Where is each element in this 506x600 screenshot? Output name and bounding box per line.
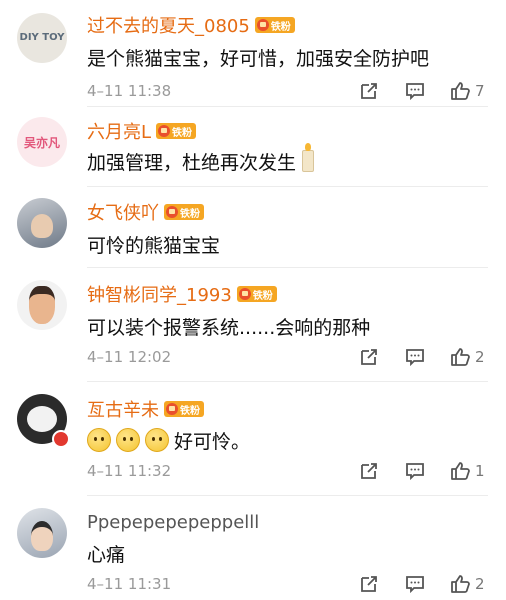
fan-badge: 铁粉	[164, 401, 204, 417]
avatar[interactable]	[17, 280, 67, 330]
username[interactable]: 过不去的夏天_0805	[87, 12, 250, 38]
username[interactable]: 钟智彬同学_1993	[87, 281, 232, 307]
avatar[interactable]	[17, 198, 67, 248]
person-photo-icon	[31, 521, 53, 551]
like-button[interactable]: 2	[449, 346, 485, 368]
timestamp: 4–11 11:31	[87, 575, 172, 593]
avatar[interactable]	[17, 508, 67, 558]
comment-text: 心痛	[87, 544, 126, 566]
timestamp: 4–11 11:38	[87, 82, 172, 100]
username-row: 过不去的夏天_0805 铁粉	[87, 12, 295, 38]
share-button[interactable]	[358, 460, 380, 482]
comment-icon	[406, 349, 424, 367]
comment-button[interactable]	[404, 573, 426, 595]
share-icon	[361, 463, 377, 479]
like-count: 2	[475, 575, 485, 593]
like-count: 7	[475, 82, 485, 100]
username-row: 亙古辛未 铁粉	[87, 396, 204, 422]
crown-icon	[158, 125, 171, 137]
comment-text: 可怜的熊猫宝宝	[87, 235, 221, 257]
like-button[interactable]: 2	[449, 573, 485, 595]
username[interactable]: 亙古辛未	[87, 396, 159, 422]
comment-text: 是个熊猫宝宝，好可惜，加强安全防护吧	[87, 48, 430, 70]
like-count: 1	[475, 462, 485, 480]
comment-icon	[406, 576, 424, 594]
crown-icon	[166, 206, 178, 218]
share-icon	[361, 83, 377, 99]
divider	[87, 495, 488, 496]
avatar-text: DIY TOY	[19, 32, 65, 43]
crown-icon	[256, 19, 269, 31]
comment-meta: 4–11 11:38 7	[87, 80, 492, 104]
username-row: 六月亮L 铁粉	[87, 118, 197, 144]
comment-text: 加强管理，杜绝再次发生	[87, 152, 297, 174]
person-photo-icon	[31, 214, 53, 238]
comment-text-row: 好可怜。	[87, 427, 250, 454]
comment-meta: 4–11 11:31 2	[87, 573, 492, 597]
comment-text: 可以装个报警系统......会响的那种	[87, 317, 371, 339]
sad-face-emoji-icon	[145, 428, 169, 452]
share-button[interactable]	[358, 80, 380, 102]
username-row: 钟智彬同学_1993 铁粉	[87, 281, 277, 307]
fan-badge: 铁粉	[236, 286, 277, 302]
divider	[87, 381, 488, 382]
share-icon	[361, 349, 377, 365]
crown-icon	[238, 288, 251, 300]
fan-badge: 铁粉	[164, 204, 204, 220]
like-icon	[451, 575, 470, 593]
sad-face-emoji-icon	[87, 428, 111, 452]
username-row: Ppepepepepeppelll	[87, 509, 259, 535]
like-button[interactable]: 7	[449, 80, 485, 102]
cartoon-avatar-icon	[29, 286, 55, 324]
timestamp: 4–11 11:32	[87, 462, 172, 480]
like-button[interactable]: 1	[449, 460, 485, 482]
fan-badge: 铁粉	[254, 17, 295, 33]
timestamp: 4–11 12:02	[87, 348, 172, 366]
panda-photo-icon	[27, 406, 57, 432]
divider	[87, 186, 488, 187]
comment-icon	[406, 83, 424, 101]
share-button[interactable]	[358, 346, 380, 368]
like-icon	[451, 348, 470, 366]
comment-text-row: 加强管理，杜绝再次发生	[87, 143, 315, 175]
username[interactable]: Ppepepepepeppelll	[87, 512, 259, 533]
like-icon	[451, 462, 470, 480]
comment-icon	[406, 463, 424, 481]
comment-meta: 4–11 11:32 1	[87, 460, 492, 484]
comment-button[interactable]	[404, 460, 426, 482]
candle-emoji-icon	[302, 143, 315, 172]
username-row: 女飞侠吖 铁粉	[87, 199, 204, 225]
comment-button[interactable]	[404, 80, 426, 102]
comment-meta: 4–11 12:02 2	[87, 346, 492, 370]
fan-badge: 铁粉	[156, 123, 197, 139]
username[interactable]: 女飞侠吖	[87, 199, 159, 225]
divider	[87, 106, 488, 107]
avatar[interactable]: DIY TOY	[17, 13, 67, 63]
avatar[interactable]: 吴亦凡	[17, 117, 67, 167]
comment-button[interactable]	[404, 346, 426, 368]
like-icon	[451, 82, 470, 100]
comment-text: 好可怜。	[174, 431, 251, 453]
share-button[interactable]	[358, 573, 380, 595]
like-count: 2	[475, 348, 485, 366]
verified-badge-icon	[52, 430, 70, 448]
crown-icon	[166, 403, 178, 415]
share-icon	[361, 576, 377, 592]
sad-face-emoji-icon	[116, 428, 140, 452]
avatar-text: 吴亦凡	[23, 135, 60, 150]
divider	[87, 267, 488, 268]
username[interactable]: 六月亮L	[87, 118, 151, 144]
